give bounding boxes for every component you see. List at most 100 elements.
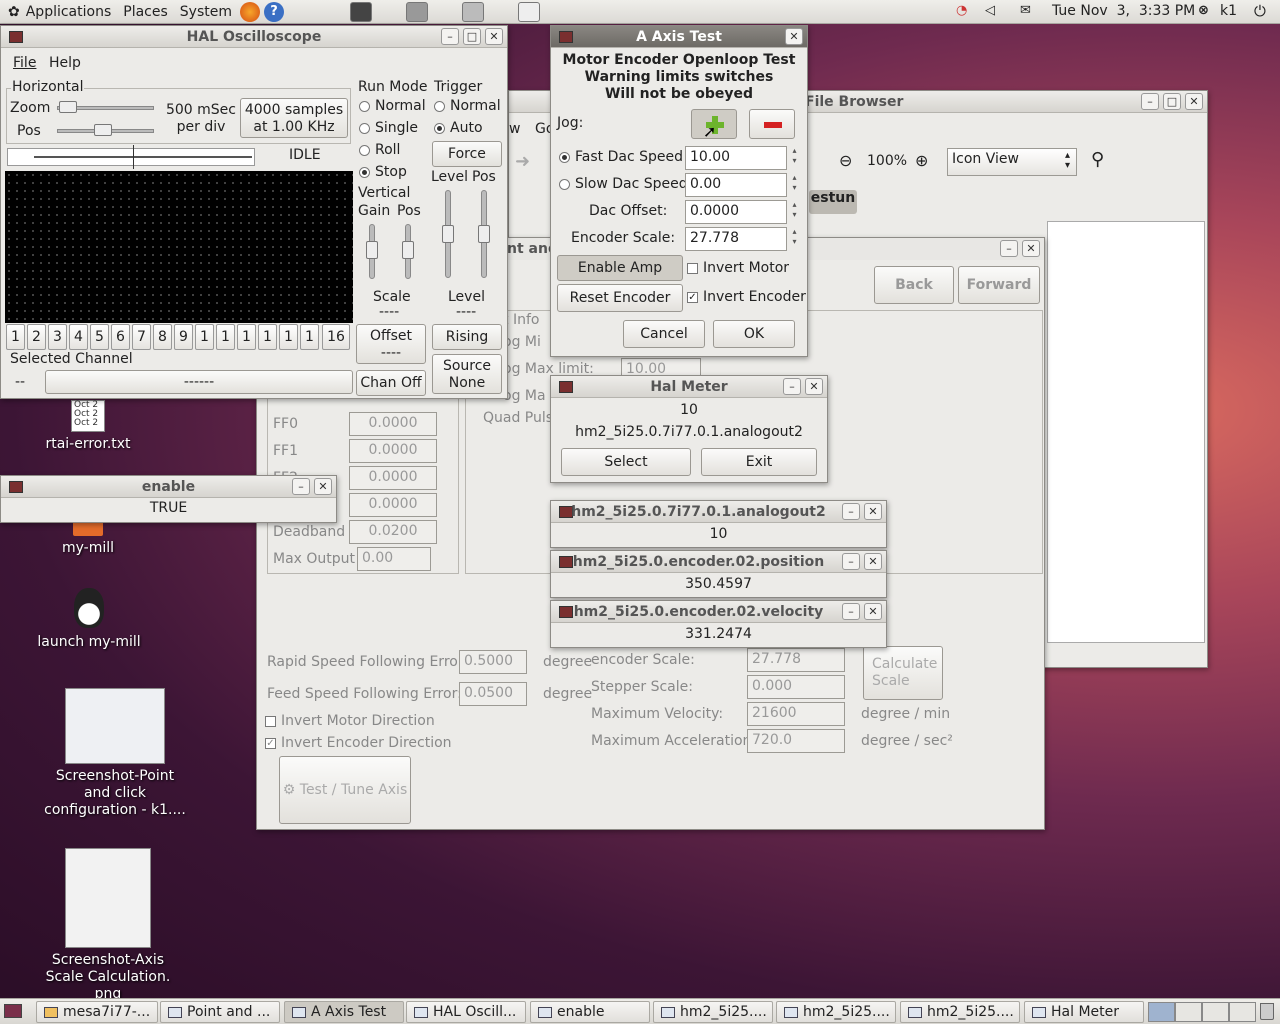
trigger-pos-slider[interactable]	[478, 190, 490, 278]
max-output-field[interactable]: 0.00	[357, 547, 431, 571]
menu-file[interactable]: File	[13, 55, 36, 71]
taskbar-item-hal-meter[interactable]: Hal Meter	[1024, 1001, 1144, 1023]
view-mode-select[interactable]: Icon View ▴ ▾	[947, 148, 1077, 176]
pos-slider[interactable]	[57, 124, 154, 136]
power-icon[interactable]: ⏻	[1254, 2, 1266, 20]
help-icon[interactable]: ?	[264, 1, 284, 22]
ff1-field[interactable]: 0.0000	[349, 439, 437, 463]
meter-titlebar[interactable]: hm2_5i25.0.encoder.02.velocity – ✕	[551, 601, 886, 623]
minimize-button[interactable]: –	[1141, 93, 1159, 110]
maximize-button[interactable]: □	[463, 28, 481, 45]
maximize-button[interactable]: □	[1163, 93, 1181, 110]
text-editor-icon[interactable]	[518, 1, 540, 22]
channel-button-6[interactable]: 6	[111, 324, 130, 350]
gnome-foot-icon[interactable]: ✿	[8, 4, 20, 20]
channel-button-14[interactable]: 1	[279, 324, 298, 350]
fast-dac-field[interactable]: 10.00	[685, 146, 787, 170]
channel-button-13[interactable]: 1	[258, 324, 277, 350]
pos-slider-thumb[interactable]	[94, 124, 112, 136]
reset-encoder-button[interactable]: Reset Encoder	[557, 284, 683, 312]
axis-test-titlebar[interactable]: A Axis Test ✕	[551, 26, 807, 48]
channel-button-11[interactable]: 1	[216, 324, 235, 350]
minimize-button[interactable]: –	[783, 378, 801, 395]
hal-meter-titlebar[interactable]: Hal Meter – ✕	[551, 376, 827, 398]
chan-off-button[interactable]: Chan Off	[356, 370, 426, 396]
workspace-1[interactable]	[1148, 1002, 1175, 1022]
run-mode-stop[interactable]: Stop	[359, 164, 407, 180]
zoom-slider[interactable]	[57, 101, 154, 113]
minimize-button[interactable]: –	[1000, 240, 1018, 257]
encoder-scale-field[interactable]: 27.778	[747, 648, 845, 672]
slow-dac-spinner[interactable]: ▴ ▾	[788, 173, 801, 193]
channel-button-5[interactable]: 5	[90, 324, 109, 350]
close-button[interactable]: ✕	[864, 503, 882, 520]
taskbar-item-meter-3[interactable]: hm2_5i25....	[900, 1001, 1020, 1023]
trigger-normal[interactable]: Normal	[434, 98, 501, 114]
minimize-button[interactable]: –	[292, 478, 310, 495]
taskbar-item-mesa[interactable]: mesa7i77-...	[36, 1001, 158, 1023]
channel-button-3[interactable]: 3	[48, 324, 67, 350]
meter-titlebar[interactable]: hm2_5i25.0.encoder.02.position – ✕	[551, 551, 886, 573]
jog-minus-button[interactable]	[749, 109, 795, 139]
acquire-settings-button[interactable]: 4000 samples at 1.00 KHz	[240, 98, 348, 138]
trigger-level-thumb[interactable]	[442, 225, 454, 243]
close-button[interactable]: ✕	[864, 553, 882, 570]
ff2-field[interactable]: 0.0000	[349, 466, 437, 490]
clock[interactable]: Tue Nov 3, 3:33 PM	[1052, 3, 1195, 19]
trash-icon[interactable]	[1260, 1003, 1274, 1020]
minimize-button[interactable]: –	[441, 28, 459, 45]
file-view-area[interactable]	[1047, 221, 1205, 643]
close-button[interactable]: ✕	[785, 28, 803, 45]
meter-titlebar[interactable]: hm2_5i25.0.7i77.0.1.analogout2 – ✕	[551, 501, 886, 523]
desktop-icon-my-mill[interactable]: my-mill	[40, 520, 136, 557]
fast-dac-spinner[interactable]: ▴ ▾	[788, 146, 801, 166]
enable-amp-button[interactable]: Enable Amp	[557, 255, 683, 281]
dac-offset-spinner[interactable]: ▴ ▾	[788, 200, 801, 220]
invert-encoder-checkbox[interactable]: ✓ Invert Encoder	[687, 289, 806, 305]
show-desktop-icon[interactable]	[4, 1004, 22, 1018]
invert-encoder-direction-checkbox[interactable]: ✓ Invert Encoder Direction	[265, 735, 452, 751]
user-name[interactable]: k1	[1220, 3, 1237, 19]
invert-motor-checkbox[interactable]: Invert Motor	[687, 260, 789, 276]
channel-button-4[interactable]: 4	[69, 324, 88, 350]
pid-row4-field[interactable]: 0.0000	[349, 493, 437, 517]
taskbar-item-axis-test[interactable]: A Axis Test	[284, 1001, 404, 1023]
channel-button-16[interactable]: 16	[322, 324, 350, 350]
force-button[interactable]: Force	[432, 141, 502, 167]
desktop-icon-rtai[interactable]: Oct 2 Oct 2 Oct 2 rtai-error.txt	[40, 400, 136, 453]
test-tune-axis-button[interactable]: ⚙ Test / Tune Axis	[279, 756, 411, 824]
run-mode-normal[interactable]: Normal	[359, 98, 426, 114]
mail-icon[interactable]: ✉	[1020, 3, 1031, 18]
gain-slider-thumb[interactable]	[366, 241, 378, 259]
desktop-icon-screenshot-point[interactable]: Screenshot-Point and click configuration…	[44, 688, 186, 819]
forward-button[interactable]: Forward	[958, 266, 1040, 304]
select-button[interactable]: Select	[561, 448, 691, 476]
stepper-scale-field[interactable]: 0.000	[747, 675, 845, 699]
close-button[interactable]: ✕	[1185, 93, 1203, 110]
deadband-field[interactable]: 0.0200	[349, 520, 437, 544]
network-icon[interactable]: ◔	[956, 3, 967, 18]
trigger-auto[interactable]: Auto	[434, 120, 483, 136]
places-menu[interactable]: Places	[117, 4, 174, 20]
encoder-scale-spinner[interactable]: ▴ ▾	[788, 227, 801, 247]
taskbar-item-meter-1[interactable]: hm2_5i25....	[653, 1001, 773, 1023]
max-velocity-field[interactable]: 21600	[747, 702, 845, 726]
run-mode-roll[interactable]: Roll	[359, 142, 400, 158]
minimize-button[interactable]: –	[842, 603, 860, 620]
applications-menu[interactable]: Applications	[20, 4, 118, 20]
rising-button[interactable]: Rising	[432, 324, 502, 350]
slow-dac-radio[interactable]: Slow Dac Speed	[559, 176, 688, 192]
zoom-out-icon[interactable]: ⊖	[839, 151, 852, 170]
close-button[interactable]: ✕	[1022, 240, 1040, 257]
channel-button-10[interactable]: 1	[195, 324, 214, 350]
screenshot-icon[interactable]	[406, 1, 428, 22]
minimize-button[interactable]: –	[842, 553, 860, 570]
gain-slider[interactable]	[366, 224, 378, 279]
slow-dac-field[interactable]: 0.00	[685, 173, 787, 197]
taskbar-item-scope[interactable]: HAL Oscill...	[406, 1001, 526, 1023]
back-button[interactable]: Back	[874, 266, 954, 304]
taskbar-item-enable[interactable]: enable	[530, 1001, 650, 1023]
menu-help[interactable]: Help	[49, 55, 81, 71]
close-button[interactable]: ✕	[314, 478, 332, 495]
firefox-icon[interactable]	[240, 1, 260, 22]
